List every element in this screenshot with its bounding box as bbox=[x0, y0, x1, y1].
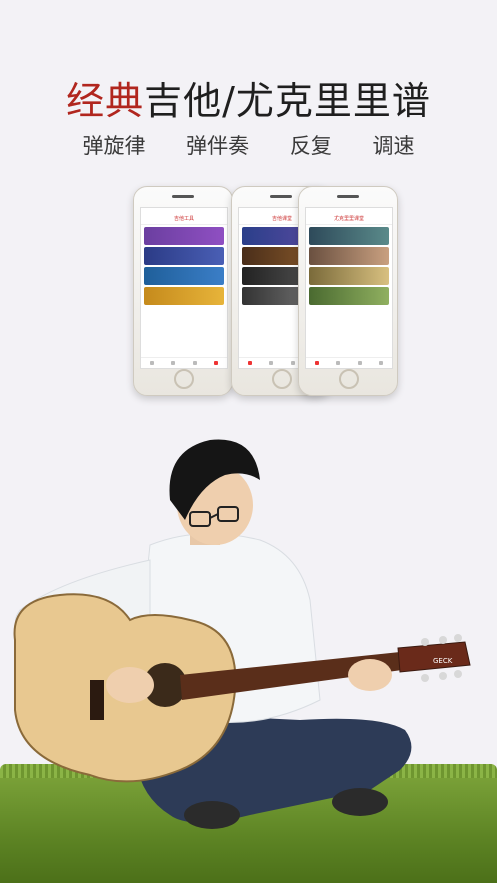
tool-card bbox=[144, 227, 224, 245]
feature-item: 调速 bbox=[372, 134, 415, 158]
lesson-card bbox=[309, 247, 389, 265]
guitarist-illustration: GECK bbox=[13, 439, 471, 829]
home-button bbox=[339, 369, 359, 389]
feature-list: 弹旋律 弹伴奏 反复 调速 bbox=[0, 130, 497, 160]
shoe-right bbox=[332, 788, 388, 816]
tool-card bbox=[144, 247, 224, 265]
phone-mockup: 尤克里里课堂 bbox=[298, 186, 398, 396]
hand-left bbox=[106, 667, 154, 703]
home-button bbox=[174, 369, 194, 389]
phone-mockup: 吉他工具 bbox=[133, 186, 233, 396]
tool-card bbox=[144, 287, 224, 305]
guitar-brand-label: GECK bbox=[433, 657, 453, 665]
home-button bbox=[272, 369, 292, 389]
phone-mockups: 吉他工具 吉他课堂 尤克里里课堂 bbox=[0, 182, 497, 397]
headline: 经典吉他/尤克里里谱 bbox=[0, 70, 497, 125]
screen-title: 吉他工具 bbox=[141, 214, 227, 225]
phone-speaker bbox=[172, 195, 194, 198]
feature-item: 弹旋律 bbox=[82, 134, 146, 158]
headline-rest: 吉他/尤克里里谱 bbox=[144, 79, 431, 123]
tab-bar bbox=[141, 357, 227, 368]
phone-screen: 吉他工具 bbox=[140, 207, 228, 369]
shoe-left bbox=[184, 801, 240, 829]
screen-title: 尤克里里课堂 bbox=[306, 214, 392, 225]
tab-bar bbox=[306, 357, 392, 368]
lesson-card bbox=[309, 267, 389, 285]
tool-card bbox=[144, 267, 224, 285]
lesson-card bbox=[309, 287, 389, 305]
hand-right bbox=[348, 659, 392, 691]
feature-item: 弹伴奏 bbox=[186, 134, 250, 158]
phone-screen: 尤克里里课堂 bbox=[305, 207, 393, 369]
phone-speaker bbox=[270, 195, 292, 198]
lesson-card bbox=[309, 227, 389, 245]
phone-speaker bbox=[337, 195, 359, 198]
headline-accent: 经典 bbox=[66, 79, 145, 123]
feature-item: 反复 bbox=[289, 134, 332, 158]
